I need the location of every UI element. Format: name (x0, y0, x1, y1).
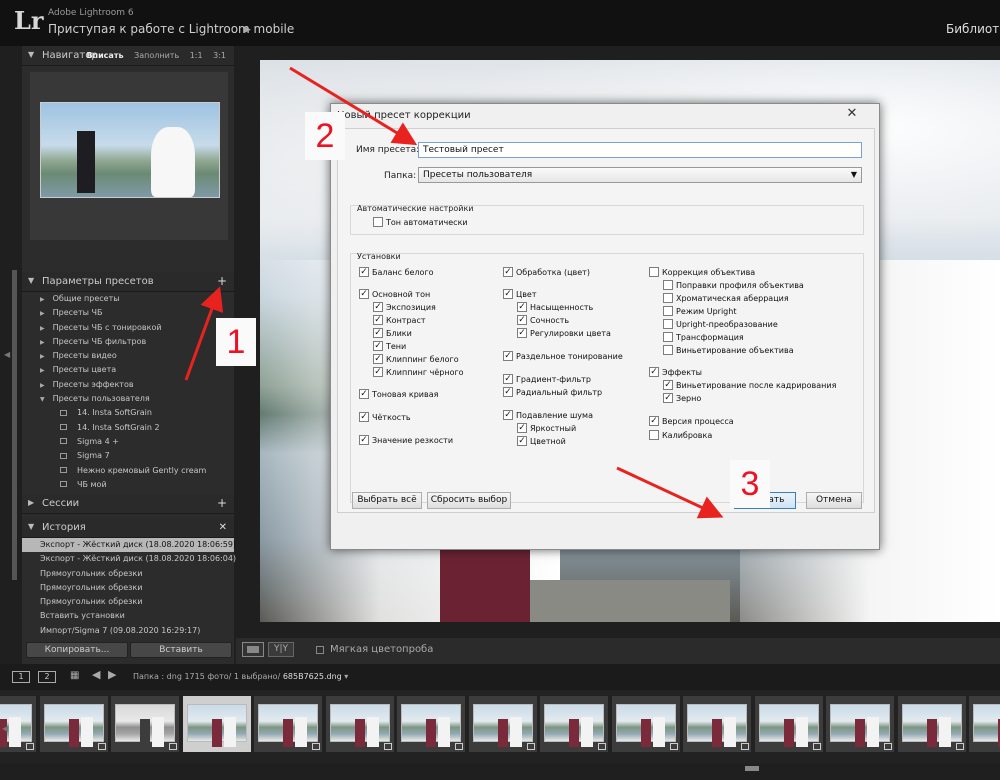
annotation-number-3: 3 (730, 460, 770, 508)
annotation-number-1: 1 (216, 318, 256, 366)
annotation-number-2: 2 (305, 112, 345, 160)
annotation-arrows (184, 66, 724, 519)
arrow-1 (184, 286, 224, 381)
lightroom-window: Lr Adobe Lightroom 6 Приступая к работе … (0, 0, 1000, 780)
arrow-3 (616, 466, 724, 519)
